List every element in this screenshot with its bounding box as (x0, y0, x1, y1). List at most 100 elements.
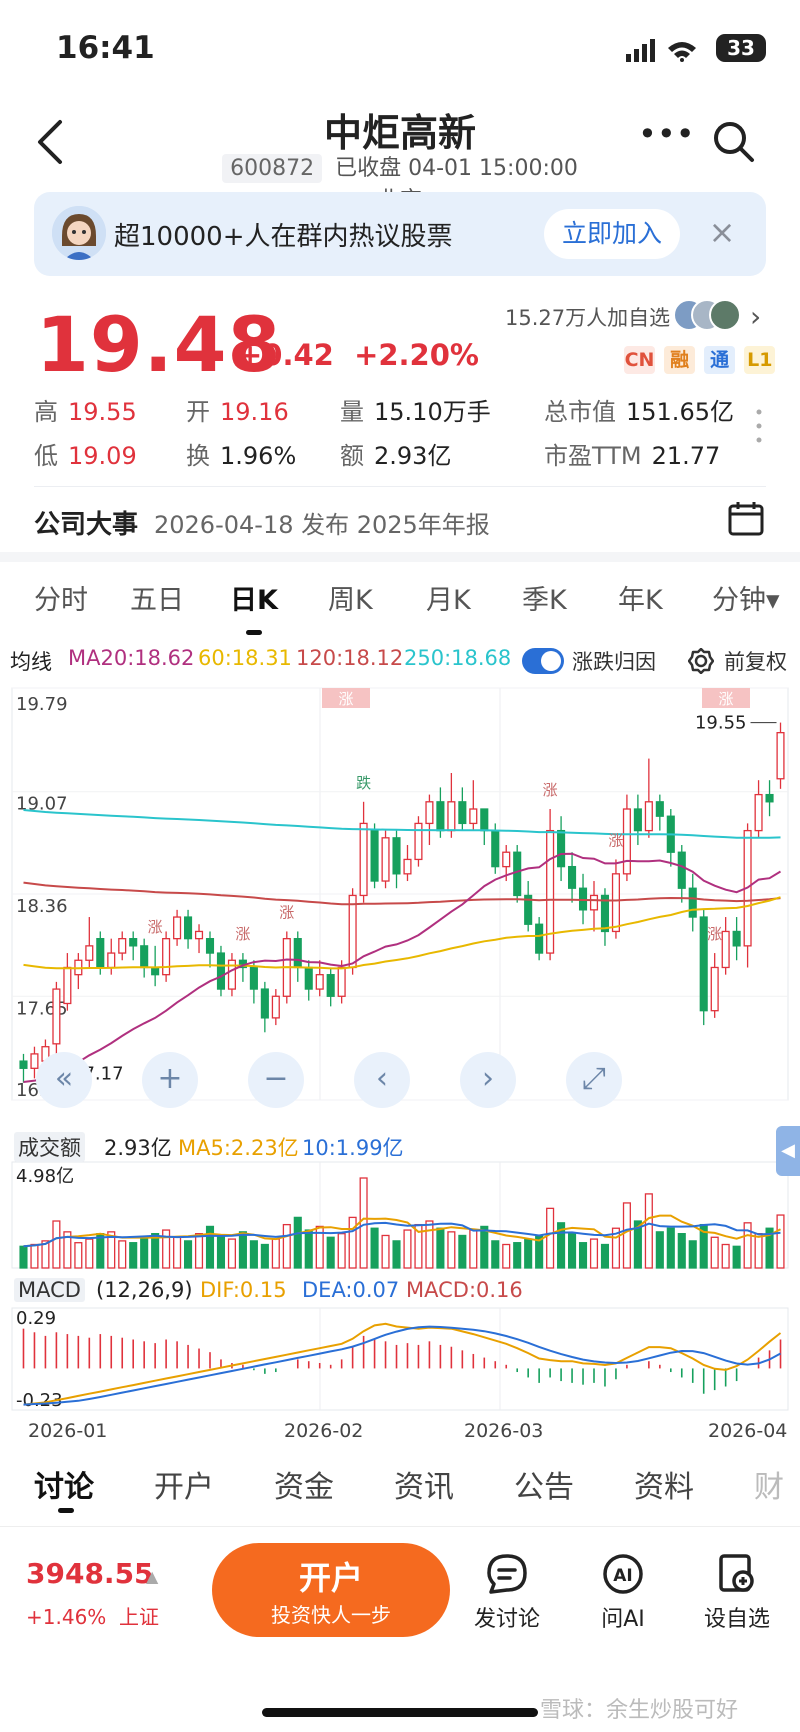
macd-params: (12,26,9) (96, 1278, 193, 1302)
fullscreen-button[interactable]: ⤢ (566, 1052, 622, 1108)
tag-l1: L1 (744, 346, 776, 374)
candle-body (776, 732, 785, 780)
group-banner[interactable]: 超10000+人在群内热议股票 立即加入 × (34, 192, 766, 276)
tab-financials[interactable]: 财 (754, 1462, 784, 1506)
active-tab-indicator (246, 630, 262, 635)
post-discussion-button[interactable]: 发讨论 (462, 1553, 552, 1633)
volume-bar (216, 1234, 226, 1269)
tab-news[interactable]: 资讯 (394, 1462, 454, 1506)
candle-body (381, 837, 390, 882)
event-marker: 涨 (235, 925, 250, 943)
ask-ai-label: 问AI (601, 1607, 645, 1632)
tab-weekly-k[interactable]: 周K (328, 578, 373, 617)
volume-bar (502, 1243, 511, 1269)
date-label: 2026-01 (28, 1420, 108, 1442)
back-icon[interactable] (30, 114, 74, 170)
date-label: 2026-02 (284, 1420, 364, 1442)
candle-body (370, 829, 379, 882)
index-change[interactable]: +1.46% 上证 (26, 1601, 159, 1630)
volume-bar (732, 1245, 741, 1269)
ask-ai-button[interactable]: AI 问AI (578, 1553, 668, 1633)
candle-body (699, 916, 708, 1012)
ma120-value: 120:18.12 (296, 646, 404, 670)
candle-body (194, 930, 204, 940)
limit-up-badge-label: 涨 (718, 690, 733, 708)
change-percent: +2.20% (354, 338, 479, 372)
follower-avatars[interactable] (672, 298, 742, 332)
post-discussion-label: 发讨论 (473, 1607, 540, 1632)
stat-volume: 量 15.10万手 (340, 398, 491, 426)
volume-bar (194, 1233, 204, 1269)
event-marker: 跌 (356, 774, 371, 792)
stock-name: 中炬高新 (323, 111, 476, 155)
attribution-toggle[interactable] (522, 648, 564, 674)
volume-bar (600, 1243, 610, 1269)
tag-connect: 通 (704, 346, 736, 374)
scroll-left-button[interactable]: ‹ (354, 1052, 410, 1108)
scroll-left-fast-button[interactable]: « (36, 1052, 92, 1108)
tab-profile[interactable]: 资料 (634, 1462, 694, 1506)
tab-funds[interactable]: 资金 (274, 1462, 334, 1506)
tab-five-day[interactable]: 五日 (130, 578, 184, 617)
tab-daily-k[interactable]: 日K (230, 578, 278, 617)
tab-intraday[interactable]: 分时 (34, 578, 88, 617)
tab-monthly-k[interactable]: 月K (426, 578, 471, 617)
tab-discussion[interactable]: 讨论 (34, 1462, 94, 1506)
watermark: 雪球：余生炒股可好 (540, 1698, 739, 1723)
candle-body (359, 822, 368, 897)
volume-bar (677, 1233, 686, 1269)
candle-body (732, 930, 741, 947)
add-watchlist-button[interactable]: 设自选 (692, 1553, 782, 1633)
candle-body (403, 858, 412, 875)
candle-body (502, 851, 511, 868)
tag-margin: 融 (664, 346, 696, 374)
dea-line (23, 1325, 781, 1406)
side-panel-tab[interactable]: ◀ (776, 1126, 800, 1176)
volume-bar (173, 1236, 182, 1269)
index-value[interactable]: 3948.55 (26, 1557, 154, 1590)
macd-frame (11, 1307, 789, 1411)
chevron-right-icon[interactable]: › (750, 300, 761, 333)
candle-body (721, 930, 730, 969)
expand-stats-icon[interactable] (756, 408, 762, 444)
volume-bar (524, 1238, 533, 1269)
more-icon[interactable]: ••• (638, 118, 695, 150)
close-icon[interactable]: × (704, 214, 740, 250)
company-events[interactable]: 公司大事 2026-04-18 发布 2025年年报 (34, 500, 764, 544)
banner-text: 超10000+人在群内热议股票 (114, 222, 453, 252)
candle-body (173, 916, 182, 940)
limit-up-badge-label: 涨 (338, 690, 353, 708)
turnover-label[interactable]: 成交额 (14, 1132, 85, 1162)
tab-yearly-k[interactable]: 年K (618, 578, 663, 617)
turnover-legend: 成交额 2.93亿 MA5:2.23亿 10:1.99亿 (10, 1132, 800, 1164)
zoom-out-button[interactable]: − (248, 1052, 304, 1108)
scroll-right-button[interactable]: › (460, 1052, 516, 1108)
event-marker: 涨 (707, 925, 722, 943)
tab-minute[interactable]: 分钟▾ (712, 578, 780, 617)
follower-count[interactable]: 15.27万人加自选 (505, 302, 670, 332)
search-icon[interactable] (710, 118, 756, 164)
ma60-line (23, 896, 781, 970)
active-tab-indicator (58, 1508, 74, 1513)
tab-announcements[interactable]: 公告 (514, 1462, 574, 1506)
settings-icon[interactable] (688, 648, 714, 674)
volume-bar (205, 1225, 215, 1269)
candle-body (589, 894, 599, 911)
tab-quarterly-k[interactable]: 季K (522, 578, 567, 617)
zoom-in-button[interactable]: + (142, 1052, 198, 1108)
candle-body (19, 1060, 28, 1069)
tab-open-account[interactable]: 开户 (154, 1462, 214, 1506)
candle-body (765, 793, 774, 803)
calendar-icon[interactable] (728, 500, 764, 536)
volume-bar (710, 1236, 719, 1269)
macd-label[interactable]: MACD (14, 1278, 85, 1302)
home-indicator (262, 1708, 538, 1717)
volume-bar (118, 1240, 127, 1269)
turnover-value: 2.93亿 (104, 1136, 172, 1160)
join-group-button[interactable]: 立即加入 (544, 209, 680, 259)
adjust-label[interactable]: 前复权 (724, 646, 787, 676)
y-tick-label: 18.36 (16, 896, 68, 917)
open-account-button[interactable]: 开户 投资快人一步 (212, 1543, 450, 1637)
svg-text:AI: AI (613, 1566, 632, 1586)
volume-bar (721, 1243, 730, 1269)
